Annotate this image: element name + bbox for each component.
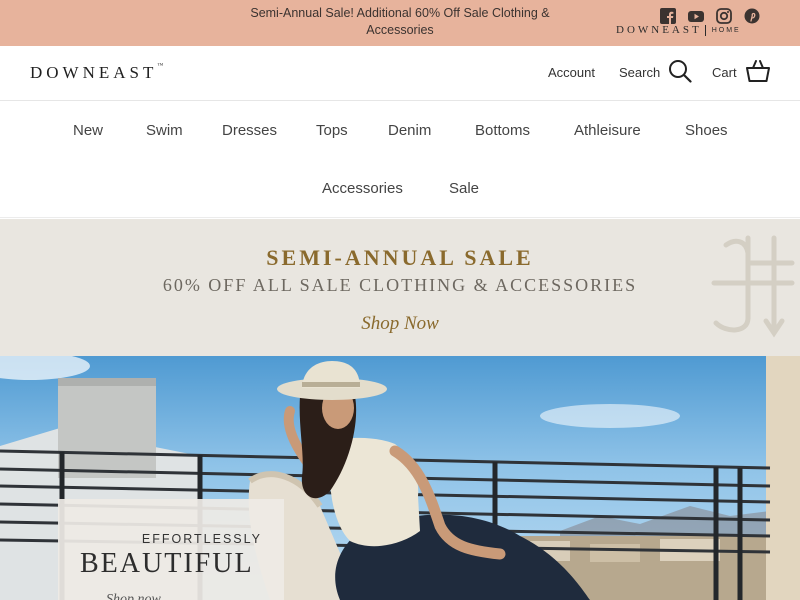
youtube-icon[interactable] [688, 8, 704, 24]
sister-brand-sub: HOME [711, 26, 741, 34]
pinterest-icon[interactable] [744, 8, 760, 24]
site-header: DOWNEAST™ Account Search Cart [0, 46, 800, 101]
nav-item-swim[interactable]: Swim [146, 122, 183, 139]
nav-item-bottoms[interactable]: Bottoms [475, 122, 530, 139]
monogram-icon [711, 235, 795, 338]
main-nav: New Swim Dresses Tops Denim Bottoms Athl… [0, 101, 800, 218]
social-links [660, 8, 760, 24]
banner-title: SEMI-ANNUAL SALE [266, 245, 534, 270]
sister-brand-name: DOWNEAST [616, 24, 702, 36]
facebook-icon[interactable] [660, 8, 676, 24]
cart-icon[interactable] [746, 60, 770, 82]
account-link[interactable]: Account [548, 65, 595, 80]
trademark-mark: ™ [157, 63, 164, 69]
nav-item-tops[interactable]: Tops [316, 122, 348, 139]
nav-item-athleisure[interactable]: Athleisure [574, 122, 641, 139]
site-logo[interactable]: DOWNEAST™ [30, 63, 163, 83]
sale-banner[interactable]: SEMI-ANNUAL SALE 60% OFF ALL SALE CLOTHI… [0, 219, 800, 356]
instagram-icon[interactable] [716, 8, 732, 24]
hero-text-card: EFFORTLESSLY BEAUTIFUL Shop now [58, 499, 284, 600]
banner-shop-now-link[interactable]: Shop Now [0, 313, 800, 335]
search-link[interactable]: Search [619, 65, 660, 80]
nav-item-sale[interactable]: Sale [449, 180, 479, 197]
logo-text: DOWNEAST [30, 63, 158, 82]
hero-shop-now-link[interactable]: Shop now [106, 592, 161, 600]
announcement-bar: Semi-Annual Sale! Additional 60% Off Sal… [0, 0, 800, 46]
hero-eyebrow: EFFORTLESSLY [141, 532, 262, 546]
hero-banner[interactable]: EFFORTLESSLY BEAUTIFUL Shop now [0, 356, 800, 600]
nav-item-denim[interactable]: Denim [388, 122, 431, 139]
nav-item-shoes[interactable]: Shoes [685, 122, 728, 139]
downeast-home-link[interactable]: DOWNEAST HOME [616, 24, 741, 36]
cart-link[interactable]: Cart [712, 65, 737, 80]
hero-title: BEAUTIFUL [80, 548, 254, 579]
announcement-text[interactable]: Semi-Annual Sale! Additional 60% Off Sal… [235, 5, 565, 39]
nav-item-dresses[interactable]: Dresses [222, 122, 277, 139]
nav-item-new[interactable]: New [73, 122, 103, 139]
search-icon[interactable] [668, 59, 692, 83]
divider [704, 24, 706, 36]
nav-item-accessories[interactable]: Accessories [322, 180, 403, 197]
banner-subtitle: 60% OFF ALL SALE CLOTHING & ACCESSORIES [162, 275, 638, 295]
